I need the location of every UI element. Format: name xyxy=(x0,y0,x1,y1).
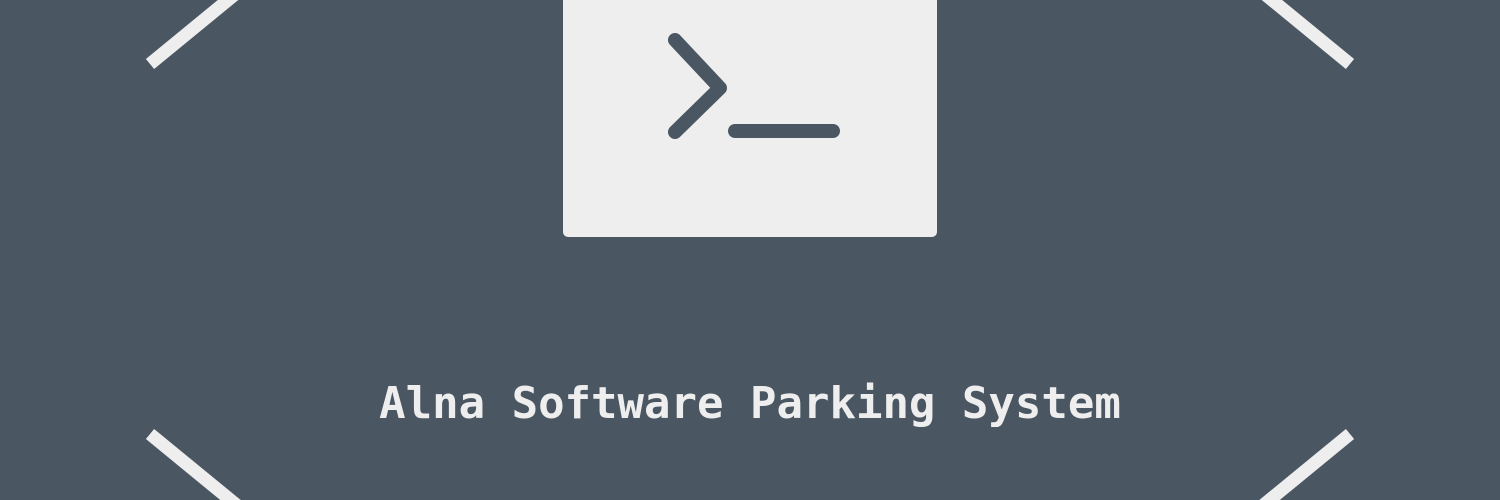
prompt-chevron xyxy=(668,33,727,139)
terminal-logo-card xyxy=(563,0,937,237)
corner-bracket-bottom-right xyxy=(1259,428,1355,500)
corner-bracket-bottom-left xyxy=(145,428,241,500)
corner-bracket-top-left xyxy=(145,0,239,70)
banner: Alna Software Parking System xyxy=(0,0,1500,500)
banner-title: Alna Software Parking System xyxy=(379,378,1121,429)
terminal-prompt-icon xyxy=(668,33,840,139)
corner-bracket-top-right xyxy=(1261,0,1355,70)
